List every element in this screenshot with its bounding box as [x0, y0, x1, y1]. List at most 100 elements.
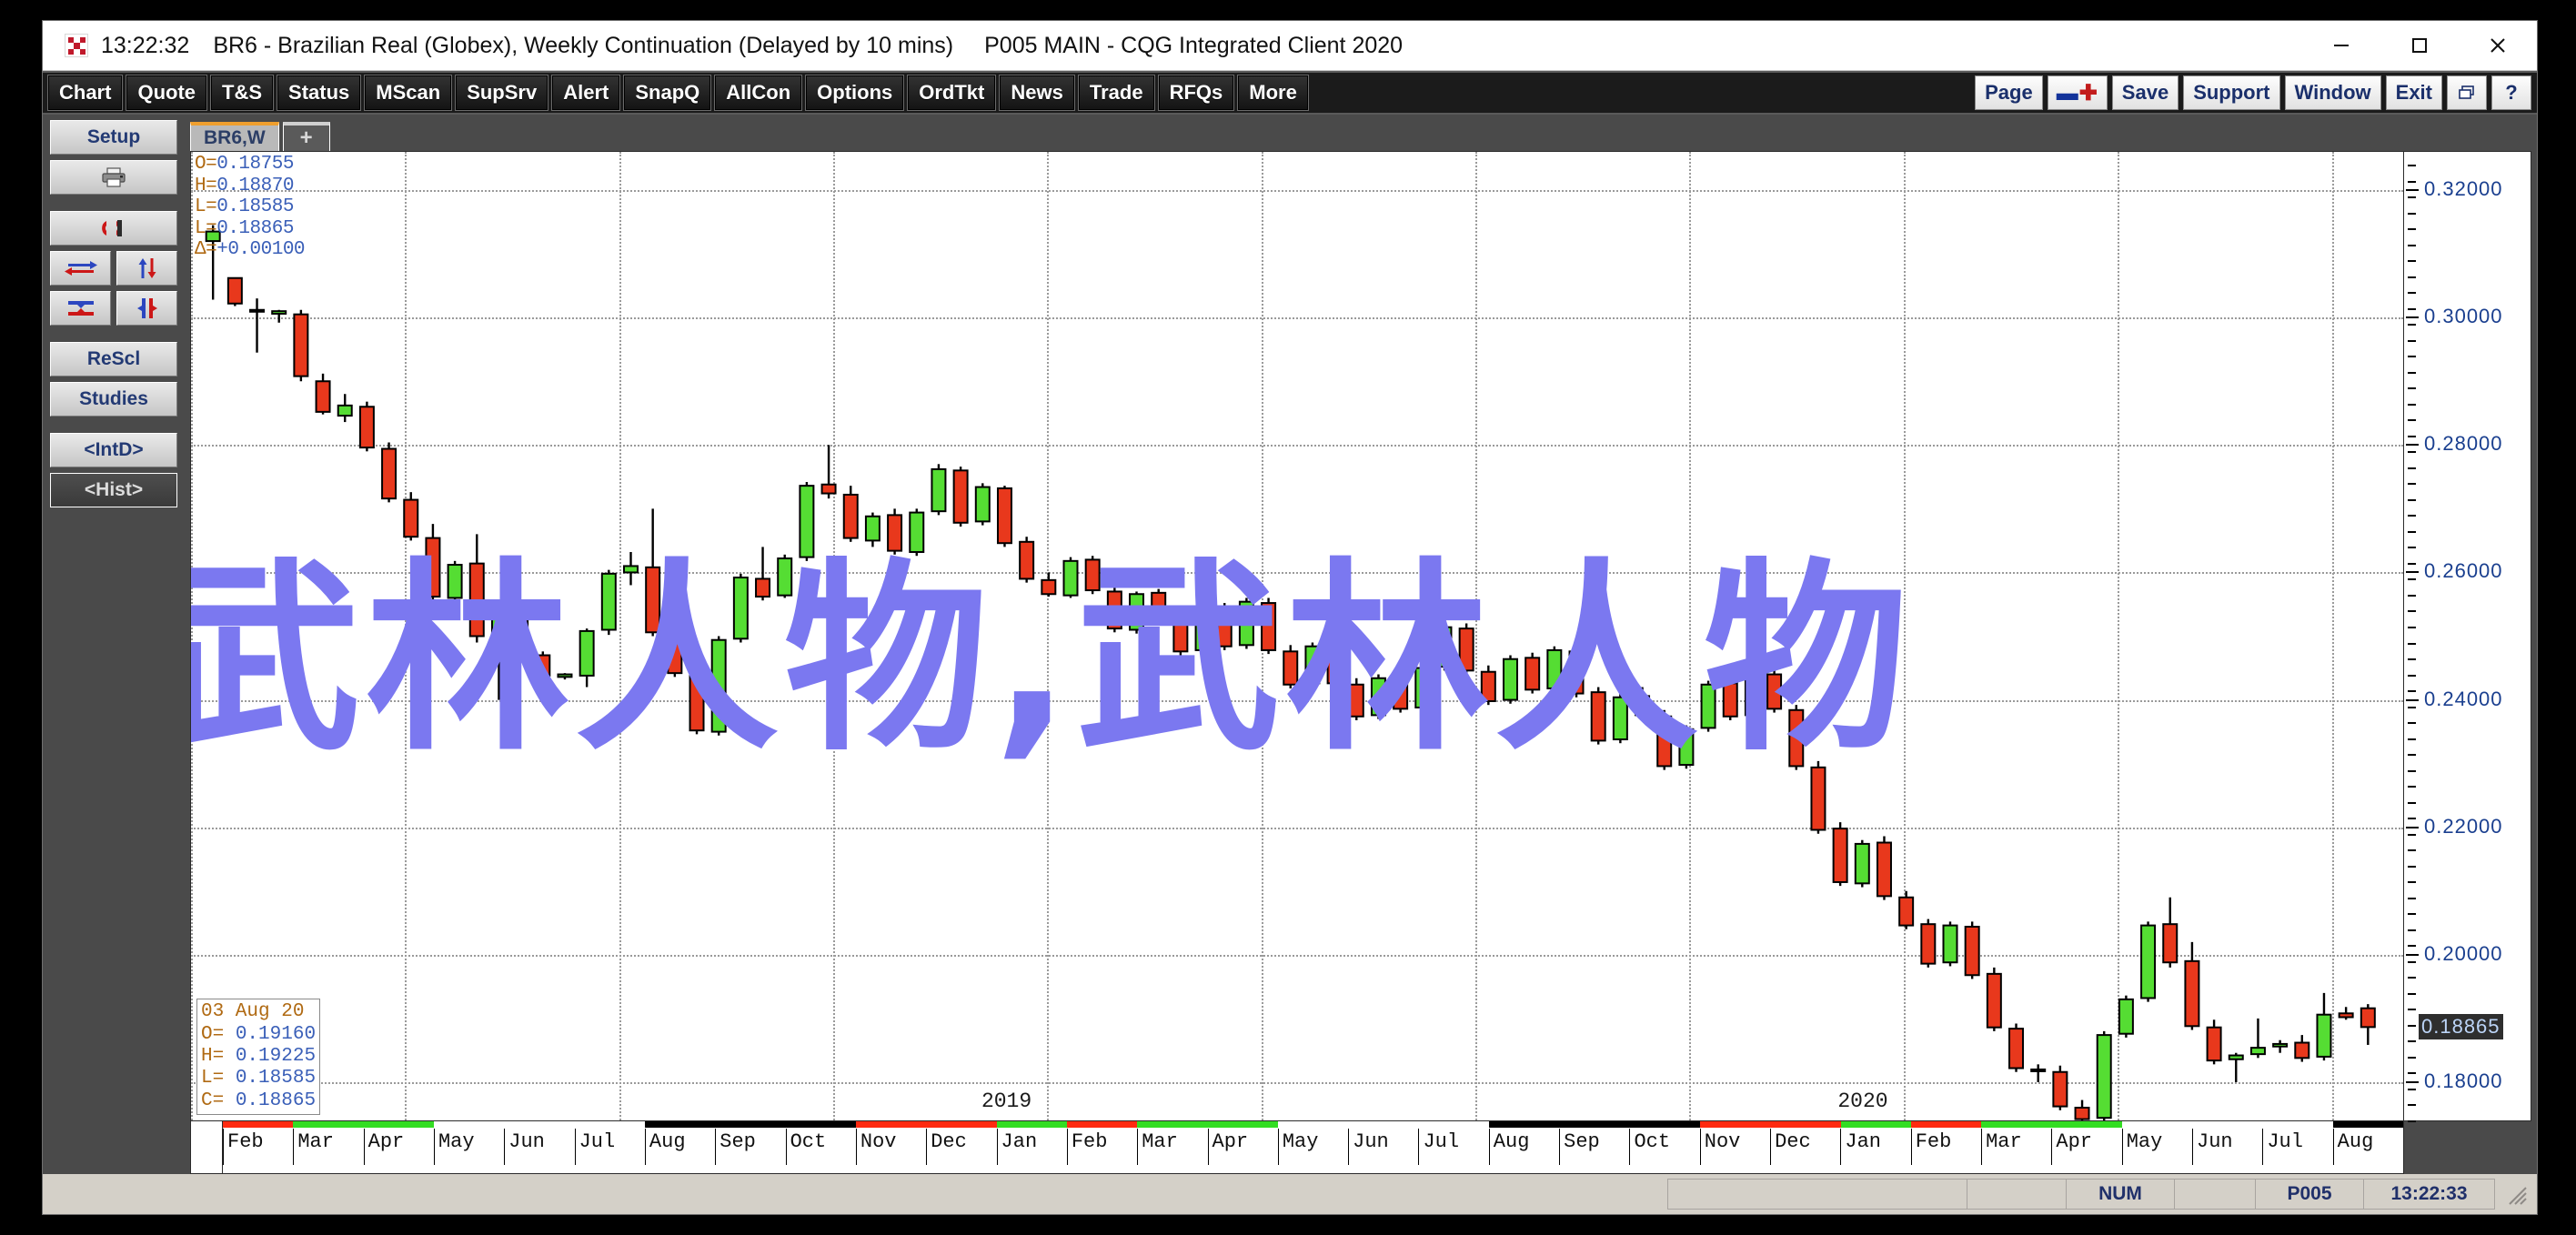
time-tick: [433, 1129, 435, 1165]
time-tick: [2051, 1129, 2053, 1165]
price-minor-tick: [2408, 1040, 2416, 1043]
expand-horizontal-icon: [136, 298, 157, 318]
plus-minus-button[interactable]: ▬✚: [2047, 75, 2108, 110]
toolbar-button-more[interactable]: More: [1237, 75, 1309, 111]
magnet-button[interactable]: [50, 211, 177, 246]
window-button[interactable]: Window: [2284, 75, 2381, 110]
toolbar-button-snapq[interactable]: SnapQ: [623, 75, 712, 111]
price-minor-tick: [2408, 801, 2416, 804]
cqg-logo-icon: [65, 34, 88, 57]
month-label: Mar: [1986, 1130, 2022, 1153]
exit-button[interactable]: Exit: [2385, 75, 2442, 110]
history-button[interactable]: <Hist>: [50, 473, 177, 507]
season-segment: [293, 1121, 364, 1128]
rescale-button[interactable]: ReScl: [50, 342, 177, 377]
price-minor-tick: [2408, 610, 2416, 613]
page-button[interactable]: Page: [1975, 75, 2043, 110]
shift-vertical-button[interactable]: [116, 251, 177, 286]
season-segment: [1559, 1121, 1630, 1128]
print-button[interactable]: [50, 160, 177, 195]
price-axis[interactable]: 0.32000 0.30000 0.28000 0.26000 0.24000 0.220…: [2404, 151, 2531, 1122]
toolbar-button-news[interactable]: News: [999, 75, 1075, 111]
tab-br6-weekly[interactable]: BR6,W: [190, 122, 279, 151]
chart-container: 武林人物,武林人物 O=0.18755 H=0.18870 L=0.18585 …: [190, 151, 2531, 1174]
bar-low-label: L=: [201, 1068, 225, 1089]
price-minor-tick: [2408, 1009, 2416, 1011]
bar-open-value: 0.19160: [235, 1023, 317, 1045]
price-minor-tick: [2408, 929, 2416, 931]
price-minor-tick: [2408, 754, 2416, 757]
price-minor-tick: [2408, 1088, 2416, 1090]
studies-button[interactable]: Studies: [50, 382, 177, 417]
toolbar-button-rfqs[interactable]: RFQs: [1157, 75, 1235, 111]
month-label: Sep: [719, 1130, 756, 1153]
price-minor-tick: [2408, 1120, 2416, 1122]
bar-high-label: H=: [201, 1045, 225, 1067]
shift-horizontal-button[interactable]: [50, 251, 111, 286]
toolbar-button-chart[interactable]: Chart: [46, 75, 124, 111]
quote-delta-label: Δ=: [195, 239, 217, 261]
month-label: Jul: [579, 1130, 616, 1153]
price-chart-plot[interactable]: 武林人物,武林人物 O=0.18755 H=0.18870 L=0.18585 …: [190, 151, 2404, 1121]
season-segment: [574, 1121, 645, 1128]
bar-close-value: 0.18865: [235, 1089, 317, 1111]
toolbar-button-ts[interactable]: T&S: [210, 75, 275, 111]
month-label: Jan: [1001, 1130, 1038, 1153]
chart-panel: BR6,W + 武林人物,武林人物 O=0.18755 H=0.18870 L=…: [185, 115, 2537, 1174]
save-button[interactable]: Save: [2111, 75, 2179, 110]
month-label: Aug: [2337, 1130, 2374, 1153]
price-minor-tick: [2408, 1072, 2416, 1075]
close-button[interactable]: [2459, 21, 2537, 70]
toolbar-button-ordtkt[interactable]: OrdTkt: [907, 75, 997, 111]
season-segment: [2051, 1121, 2122, 1128]
toolbar-button-mscan[interactable]: MScan: [364, 75, 453, 111]
toolbar-button-status[interactable]: Status: [277, 75, 362, 111]
main-body: Setup ReScl Studies <IntD> <Hist> BR6,W …: [43, 115, 2537, 1174]
season-segment: [433, 1121, 505, 1128]
price-minor-tick: [2408, 292, 2416, 295]
quote-high-value: 0.18870: [216, 175, 294, 196]
add-tab-button[interactable]: +: [282, 122, 330, 151]
price-minor-tick: [2408, 165, 2416, 166]
price-minor-tick: [2408, 387, 2416, 390]
price-minor-tick: [2408, 244, 2416, 246]
month-label: Mar: [1142, 1130, 1178, 1153]
minimize-button[interactable]: [2302, 21, 2380, 70]
month-label: May: [438, 1130, 475, 1153]
price-minor-tick: [2408, 515, 2416, 517]
toolbar-button-trade[interactable]: Trade: [1077, 75, 1155, 111]
season-segment: [1910, 1121, 1982, 1128]
toolbar-button-quote[interactable]: Quote: [126, 75, 208, 111]
price-minor-tick: [2408, 307, 2416, 310]
season-segment: [2332, 1121, 2403, 1128]
restore-window-icon[interactable]: [2447, 75, 2487, 110]
expand-horizontal-button[interactable]: [116, 291, 177, 326]
month-label: Aug: [1493, 1130, 1530, 1153]
maximize-button[interactable]: [2380, 21, 2459, 70]
title-time: 13:22:32: [101, 32, 190, 58]
resize-grip[interactable]: [2502, 1180, 2530, 1208]
month-label: Dec: [1775, 1130, 1811, 1153]
status-clock: 13:22:33: [2363, 1179, 2495, 1210]
toolbar-button-supsrv[interactable]: SupSrv: [455, 75, 549, 111]
support-button[interactable]: Support: [2183, 75, 2280, 110]
time-tick: [1559, 1129, 1561, 1165]
price-minor-tick: [2408, 356, 2416, 358]
price-minor-tick: [2408, 992, 2416, 995]
time-tick: [1488, 1129, 1490, 1165]
time-tick: [504, 1129, 506, 1165]
toolbar-button-options[interactable]: Options: [805, 75, 905, 111]
toolbar-button-allcon[interactable]: AllCon: [714, 75, 803, 111]
compress-vertical-button[interactable]: [50, 291, 111, 326]
status-num-indicator: NUM: [2066, 1179, 2175, 1210]
toolbar-button-alert[interactable]: Alert: [551, 75, 621, 111]
intraday-button[interactable]: <IntD>: [50, 433, 177, 467]
price-minor-tick: [2408, 339, 2416, 342]
help-button[interactable]: ?: [2491, 75, 2531, 110]
quote-low-label: L=: [195, 196, 217, 218]
time-axis-labels[interactable]: Feb Mar Apr May Jun Jul Aug Sep Oct Nov Dec Jan Feb M…: [223, 1121, 2404, 1174]
setup-button[interactable]: Setup: [50, 120, 177, 155]
time-tick: [785, 1129, 787, 1165]
time-tick: [926, 1129, 928, 1165]
quote-readout: O=0.18755 H=0.18870 L=0.18585 L=0.18865 …: [195, 154, 306, 261]
